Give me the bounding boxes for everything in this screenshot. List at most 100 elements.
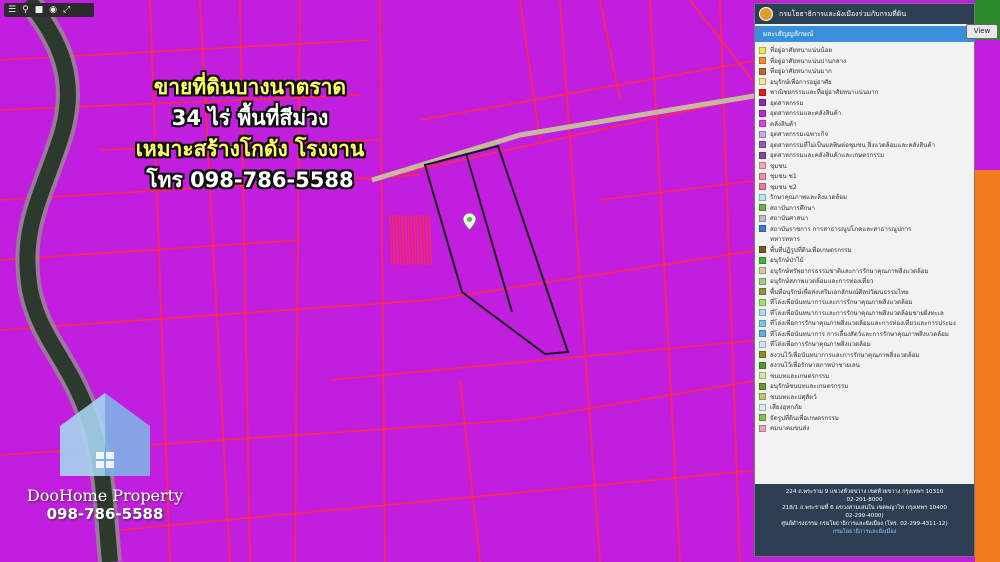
legend-item: สงวนไว้เพื่อรักษาสภาพป่าชายเลน <box>759 360 974 371</box>
legend-label: สถาบันการศึกษา <box>770 204 815 212</box>
legend-label: ชนบทและปศุสัตว์ <box>770 393 817 401</box>
legend-swatch <box>759 298 766 306</box>
legend-label: พื้นที่อนุรักษ์เพื่อส่งเสริมเอกลักษณ์ศิล… <box>770 288 909 296</box>
legend-item: ที่โล่งเพื่อนันทนาการ การเลี้ยงสัตว์และก… <box>759 329 974 340</box>
view-button[interactable]: View <box>966 24 998 39</box>
legend-item: ชุมชน <box>759 161 974 172</box>
legend-label: ชุมชน ช1 <box>770 173 797 181</box>
legend-label: ชนบทและเกษตรกรรม <box>770 372 830 380</box>
legend-swatch <box>759 267 766 275</box>
legend-label: เสี่ยงอุทกภัย <box>770 404 802 412</box>
expand-icon[interactable]: ⤢ <box>63 3 70 17</box>
legend-item: ที่โล่งเพื่อการรักษาคุณภาพสิ่งแวดล้อม <box>759 339 974 350</box>
pin-icon[interactable]: ⚲ <box>22 3 29 17</box>
tab-legend[interactable]: ผละเสัญญลักษณ์ <box>755 26 974 42</box>
house-logo-icon <box>60 393 150 476</box>
legend-panel: กรมโยธาธิการและผังเมืองร่วมกับกรมที่ดิน … <box>754 3 975 557</box>
legend-swatch <box>759 57 766 65</box>
legend-swatch <box>759 372 766 380</box>
legend-label: อุตสาหกรรมและคลังสินค้า <box>770 110 842 118</box>
legend-swatch <box>759 67 766 75</box>
legend-swatch <box>759 319 766 327</box>
legend-swatch <box>759 46 766 54</box>
legend-swatch <box>759 330 766 338</box>
dpt-logo-icon <box>759 7 773 21</box>
brand-watermark: DooHome Property 098-786-5588 <box>20 388 190 523</box>
legend-label: ชุมชน <box>770 162 787 170</box>
target-icon[interactable]: ◉ <box>49 3 57 17</box>
legend-swatch <box>759 393 766 401</box>
legend-label: พาณิชยกรรมและที่อยู่อาศัยหนาแน่นมาก <box>770 89 879 97</box>
legend-item: อนุรักษ์ทรัพยากรธรรมชาติและการรักษาคุณภา… <box>759 266 974 277</box>
legend-swatch <box>759 204 766 212</box>
legend-swatch <box>759 351 766 359</box>
panel-footer: 224 ถ.พระราม 9 แขวงห้วยขวาง เขตห้วยขวาง … <box>755 484 974 556</box>
legend-label: ที่อยู่อาศัยหนาแน่นปานกลาง <box>770 57 847 65</box>
legend-swatch <box>759 288 766 296</box>
legend-item: อุตสาหกรรม <box>759 98 974 109</box>
legend-label: ที่โล่งเพื่อนันทนาการและการรักษาคุณภาพสิ… <box>770 299 913 307</box>
panel-title: กรมโยธาธิการและผังเมืองร่วมกับกรมที่ดิน <box>779 9 907 18</box>
legend-swatch <box>759 414 766 422</box>
legend-label: อนุรักษ์ทรัพยากรธรรมชาติและการรักษาคุณภา… <box>770 267 929 275</box>
legend-label: อนุรักษ์สภาพแวดล้อมและการท่องเที่ยว <box>770 278 874 286</box>
legend-item: ทหารทหาร <box>759 234 974 245</box>
legend-swatch <box>759 151 766 159</box>
legend-item: เสี่ยงอุทกภัย <box>759 402 974 413</box>
menu-icon[interactable]: ☰ <box>8 3 16 17</box>
legend-item: ที่โล่งเพื่อการรักษาคุณภาพสิ่งแวดล้อมและ… <box>759 318 974 329</box>
legend-swatch <box>759 130 766 138</box>
legend-swatch <box>759 309 766 317</box>
legend-item: คลังสินค้า <box>759 119 974 130</box>
legend-list: ที่อยู่อาศัยหนาแน่นน้อยที่อยู่อาศัยหนาแน… <box>755 42 974 434</box>
legend-swatch <box>759 382 766 390</box>
promo-line-3: เหมาะสร้างโกดัง โรงงาน <box>135 137 365 161</box>
legend-swatch <box>759 277 766 285</box>
legend-item: สถาบันราชการ การสาธารณูปโภคและสาธารณูปกา… <box>759 224 974 235</box>
legend-swatch <box>759 120 766 128</box>
legend-item: จัดรูปที่ดินเพื่อเกษตรกรรม <box>759 413 974 424</box>
legend-swatch <box>759 183 766 191</box>
legend-label: ที่โล่งเพื่อการรักษาคุณภาพสิ่งแวดล้อม <box>770 341 871 349</box>
legend-label: อุตสาหกรรมเฉพาะกิจ <box>770 131 829 139</box>
map-toolbar: ☰ ⚲ ■ ◉ ⤢ <box>4 3 94 17</box>
legend-item: ที่อยู่อาศัยหนาแน่นมาก <box>759 66 974 77</box>
legend-label: ที่อยู่อาศัยหนาแน่นน้อย <box>770 47 832 55</box>
legend-item: พื้นที่ปฏิรูปที่ดินเพื่อเกษตรกรรม <box>759 245 974 256</box>
square-icon[interactable]: ■ <box>35 3 44 17</box>
legend-item: อุตสาหกรรมเฉพาะกิจ <box>759 129 974 140</box>
legend-label: พื้นที่ปฏิรูปที่ดินเพื่อเกษตรกรรม <box>770 246 852 254</box>
legend-swatch <box>759 99 766 107</box>
legend-label: อุตสาหกรรมที่ไม่เป็นมลพิษต่อชุมชน สิ่งแว… <box>770 141 936 149</box>
legend-item: คมนาคมขนส่ง <box>759 423 974 434</box>
legend-item: ที่อยู่อาศัยหนาแน่นปานกลาง <box>759 56 974 67</box>
legend-swatch <box>759 88 766 96</box>
footer-line: 218/1 ถ.พระรามที่ 6 แขวงสามเสนใน เขตพญาไ… <box>782 505 947 511</box>
footer-line: 224 ถ.พระราม 9 แขวงห้วยขวาง เขตห้วยขวาง … <box>785 489 944 495</box>
legend-swatch <box>759 403 766 411</box>
legend-item: พื้นที่อนุรักษ์เพื่อส่งเสริมเอกลักษณ์ศิล… <box>759 287 974 298</box>
location-pin-icon[interactable] <box>463 213 476 230</box>
legend-item: ชนบทและปศุสัตว์ <box>759 392 974 403</box>
legend-item: อนุรักษ์สภาพแวดล้อมและการท่องเที่ยว <box>759 276 974 287</box>
legend-label: อุตสาหกรรมและคลังสินค้าและเกษตรกรรม <box>770 152 885 160</box>
legend-label: ทหารทหาร <box>770 236 800 244</box>
legend-item: ชนบทและเกษตรกรรม <box>759 371 974 382</box>
legend-label: สงวนไว้เพื่อนันทนาการและการรักษาคุณภาพสิ… <box>770 351 920 359</box>
legend-item: อนุรักษ์ป่าไม้ <box>759 255 974 266</box>
legend-label: อนุรักษ์ป่าไม้ <box>770 257 804 265</box>
legend-item: ที่โล่งเพื่อนันทนาการและการรักษาคุณภาพสิ… <box>759 297 974 308</box>
legend-label: สถาบันศาสนา <box>770 215 809 223</box>
footer-line[interactable]: กรมโยธาธิการและผังเมือง <box>755 528 974 536</box>
legend-label: ชุมชน ช2 <box>770 183 797 191</box>
legend-label: จัดรูปที่ดินเพื่อเกษตรกรรม <box>770 414 839 422</box>
legend-item: อุตสาหกรรมและคลังสินค้า <box>759 108 974 119</box>
legend-label: สงวนไว้เพื่อรักษาสภาพป่าชายเลน <box>770 362 860 370</box>
legend-item: สถาบันศาสนา <box>759 213 974 224</box>
legend-swatch <box>759 162 766 170</box>
legend-item: อุตสาหกรรมและคลังสินค้าและเกษตรกรรม <box>759 150 974 161</box>
brand-phone: 098-786-5588 <box>46 505 164 523</box>
legend-label: คมนาคมขนส่ง <box>770 425 810 433</box>
legend-label: อนุรักษ์ชนบทและเกษตรกรรม <box>770 383 849 391</box>
legend-label: สถาบันราชการ การสาธารณูปโภคและสาธารณูปกา… <box>770 225 912 233</box>
